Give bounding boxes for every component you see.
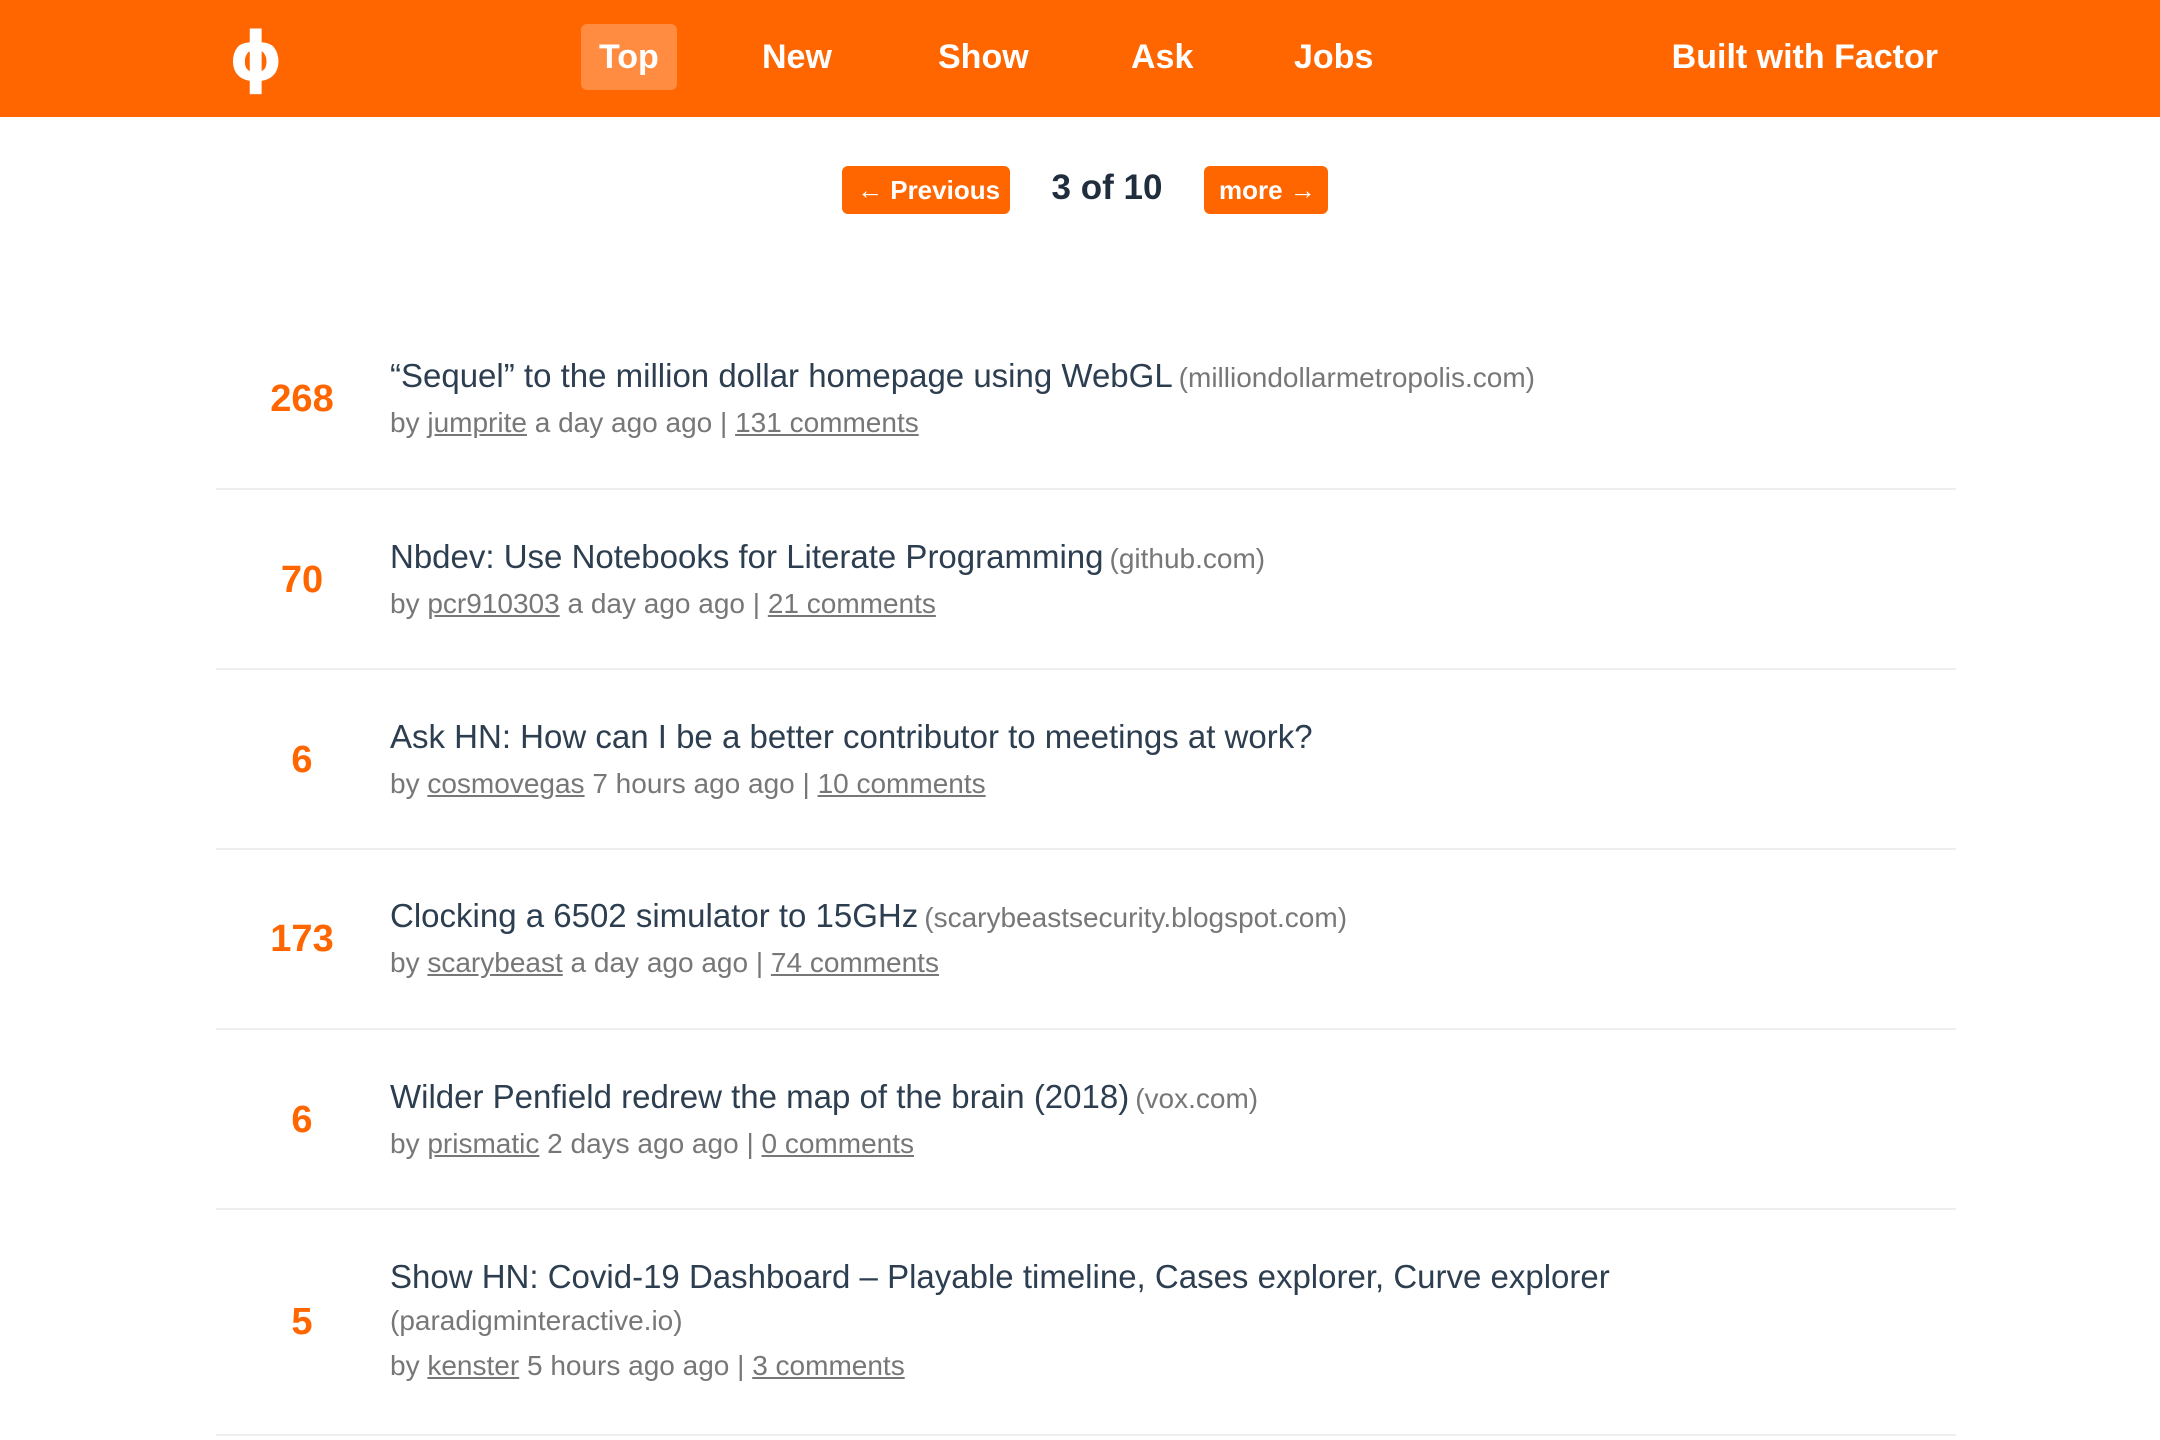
nav-show[interactable]: Show — [920, 24, 1047, 90]
story-points: 6 — [291, 739, 313, 781]
story-domain: (github.com) — [1109, 543, 1266, 574]
story-item: 268 “Sequel” to the million dollar homep… — [216, 334, 1956, 490]
story-user-link[interactable]: kenster — [427, 1350, 519, 1381]
nav-top[interactable]: Top — [581, 24, 677, 90]
more-button[interactable]: more → — [1204, 166, 1328, 214]
story-points: 6 — [291, 1099, 313, 1141]
story-domain: (scarybeastsecurity.blogspot.com) — [924, 902, 1348, 933]
story-comments-link[interactable]: 21 comments — [768, 588, 936, 619]
meta-separator: | — [746, 1128, 754, 1159]
story-user-link[interactable]: cosmovegas — [427, 768, 584, 799]
meta-separator: | — [720, 407, 728, 438]
story-comments-link[interactable]: 10 comments — [818, 768, 986, 799]
story-time: 2 days ago ago — [547, 1128, 739, 1159]
by-label: by — [390, 1350, 420, 1381]
page-indicator: 3 of 10 — [1051, 168, 1163, 207]
story-time: 7 hours ago ago — [592, 768, 795, 799]
story-points: 70 — [280, 559, 324, 601]
story-domain: (milliondollarmetropolis.com) — [1178, 362, 1535, 393]
built-with-factor-link[interactable]: Built with Factor — [1672, 24, 1938, 90]
top-header: ɸ Top New Show Ask Jobs Built with Facto… — [0, 0, 2160, 117]
story-time: a day ago ago — [567, 588, 745, 619]
story-item: 6 Wilder Penfield redrew the map of the … — [216, 1030, 1956, 1210]
story-comments-link[interactable]: 0 comments — [762, 1128, 915, 1159]
nav-new[interactable]: New — [744, 24, 850, 90]
story-meta: by jumprite a day ago ago | 131 comments — [390, 400, 1950, 446]
by-label: by — [390, 947, 420, 978]
meta-separator: | — [752, 588, 761, 619]
story-title-link[interactable]: Wilder Penfield redrew the map of the br… — [390, 1078, 1129, 1115]
story-item: 70 Nbdev: Use Notebooks for Literate Pro… — [216, 490, 1956, 670]
meta-separator: | — [755, 947, 764, 978]
story-time: a day ago ago — [570, 947, 749, 978]
nav-jobs[interactable]: Jobs — [1276, 24, 1391, 90]
story-title-link[interactable]: Clocking a 6502 simulator to 15GHz — [390, 897, 918, 934]
nav-ask[interactable]: Ask — [1113, 24, 1211, 90]
by-label: by — [390, 1128, 420, 1159]
story-title-link[interactable]: Nbdev: Use Notebooks for Literate Progra… — [390, 538, 1104, 575]
story-meta: by scarybeast a day ago ago | 74 comment… — [390, 940, 1950, 986]
meta-separator: | — [737, 1350, 745, 1381]
story-points: 5 — [291, 1301, 313, 1343]
story-points: 173 — [270, 918, 334, 960]
story-title-link[interactable]: Ask HN: How can I be a better contributo… — [390, 718, 1313, 755]
story-comments-link[interactable]: 131 comments — [735, 407, 919, 438]
by-label: by — [390, 588, 420, 619]
story-item: 5 Show HN: Covid-19 Dashboard – Playable… — [216, 1210, 1956, 1436]
story-points: 268 — [270, 378, 334, 420]
story-user-link[interactable]: jumprite — [427, 407, 527, 438]
story-title-link[interactable]: “Sequel” to the million dollar homepage … — [390, 357, 1173, 394]
story-domain: (paradigminteractive.io) — [390, 1305, 683, 1336]
story-user-link[interactable]: pcr910303 — [427, 588, 559, 619]
factor-logo-icon[interactable]: ɸ — [226, 18, 286, 98]
meta-separator: | — [802, 768, 810, 799]
story-comments-link[interactable]: 3 comments — [752, 1350, 905, 1381]
story-time: a day ago ago — [534, 407, 713, 438]
previous-page-button[interactable]: ← Previous — [842, 166, 1010, 214]
story-user-link[interactable]: scarybeast — [427, 947, 562, 978]
story-item: 173 Clocking a 6502 simulator to 15GHz (s… — [216, 850, 1956, 1030]
story-meta: by cosmovegas 7 hours ago ago | 10 comme… — [390, 761, 1950, 807]
story-domain: (vox.com) — [1135, 1083, 1259, 1114]
by-label: by — [390, 407, 420, 438]
story-item: 6 Ask HN: How can I be a better contribu… — [216, 670, 1956, 850]
by-label: by — [390, 768, 420, 799]
story-meta: by pcr910303 a day ago ago | 21 comments — [390, 581, 1950, 627]
story-meta: by kenster 5 hours ago ago | 3 comments — [390, 1343, 1950, 1389]
story-user-link[interactable]: prismatic — [427, 1128, 539, 1159]
story-time: 5 hours ago ago — [526, 1350, 730, 1381]
story-title-link[interactable]: Show HN: Covid-19 Dashboard – Playable t… — [390, 1258, 1610, 1295]
story-meta: by prismatic 2 days ago ago | 0 comments — [390, 1121, 1950, 1167]
story-comments-link[interactable]: 74 comments — [771, 947, 939, 978]
